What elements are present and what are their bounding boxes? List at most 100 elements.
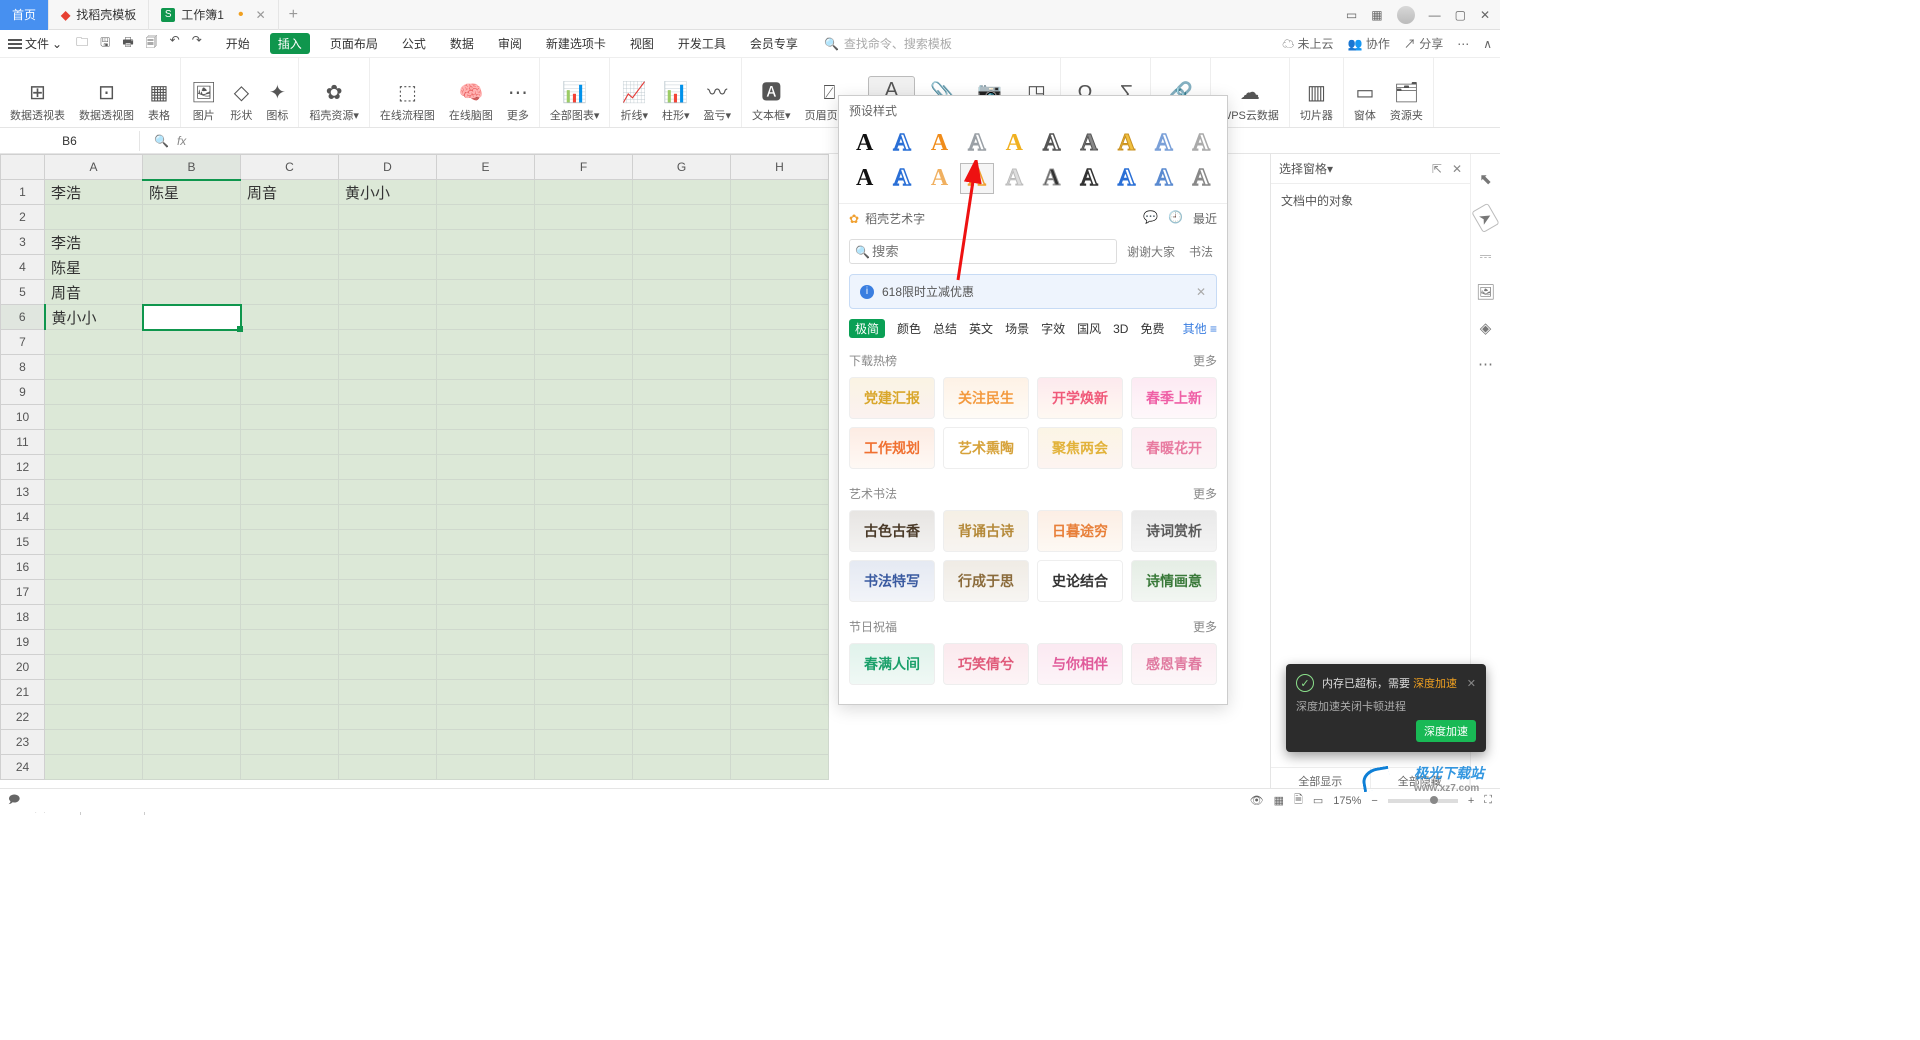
cell-D18[interactable] xyxy=(339,605,437,630)
cell-B19[interactable] xyxy=(143,630,241,655)
cell-B4[interactable] xyxy=(143,255,241,280)
cursor-tool-icon[interactable]: ➤ xyxy=(1471,203,1499,233)
wordart-thumb[interactable]: 感恩青春 xyxy=(1131,643,1217,685)
cat-免费[interactable]: 免费 xyxy=(1140,320,1164,337)
cell-G8[interactable] xyxy=(633,355,731,380)
cell-A12[interactable] xyxy=(45,455,143,480)
cell-G6[interactable] xyxy=(633,305,731,330)
cell-E4[interactable] xyxy=(437,255,535,280)
wordart-thumb[interactable]: 工作规划 xyxy=(849,427,935,469)
collab-button[interactable]: 👥 协作 xyxy=(1348,35,1390,52)
view-mode-icon[interactable]: 👁 xyxy=(1250,794,1264,807)
cell-F11[interactable] xyxy=(535,430,633,455)
cell-D19[interactable] xyxy=(339,630,437,655)
search-rec-1[interactable]: 谢谢大家 xyxy=(1123,242,1179,261)
menu-插入[interactable]: 插入 xyxy=(270,33,310,54)
cell-H12[interactable] xyxy=(731,455,829,480)
cell-A18[interactable] xyxy=(45,605,143,630)
row-header-11[interactable]: 11 xyxy=(1,430,45,455)
cell-H4[interactable] xyxy=(731,255,829,280)
cell-F19[interactable] xyxy=(535,630,633,655)
recent-icon[interactable]: 🕘 xyxy=(1168,210,1183,227)
cell-A9[interactable] xyxy=(45,380,143,405)
cell-A11[interactable] xyxy=(45,430,143,455)
cell-H16[interactable] xyxy=(731,555,829,580)
cell-B15[interactable] xyxy=(143,530,241,555)
search-rec-2[interactable]: 书法 xyxy=(1185,242,1217,261)
row-header-8[interactable]: 8 xyxy=(1,355,45,380)
cell-G5[interactable] xyxy=(633,280,731,305)
wordart-thumb[interactable]: 古色古香 xyxy=(849,510,935,552)
more-icon[interactable]: ⋯ xyxy=(1457,37,1469,51)
cell-H15[interactable] xyxy=(731,530,829,555)
menu-视图[interactable]: 视图 xyxy=(626,33,658,54)
cell-C20[interactable] xyxy=(241,655,339,680)
col-header-F[interactable]: F xyxy=(535,155,633,180)
cell-H2[interactable] xyxy=(731,205,829,230)
wordart-search-input[interactable] xyxy=(849,239,1117,264)
cell-D8[interactable] xyxy=(339,355,437,380)
cell-B24[interactable] xyxy=(143,755,241,780)
wordart-thumb[interactable]: 春满人间 xyxy=(849,643,935,685)
formula-input[interactable] xyxy=(194,133,794,148)
section-more[interactable]: 更多 xyxy=(1193,485,1217,502)
cell-B8[interactable] xyxy=(143,355,241,380)
cell-C8[interactable] xyxy=(241,355,339,380)
cell-H17[interactable] xyxy=(731,580,829,605)
cell-E8[interactable] xyxy=(437,355,535,380)
minimize-icon[interactable]: — xyxy=(1429,8,1441,22)
ribbon-图片[interactable]: 🖼图片 xyxy=(191,80,216,123)
row-header-22[interactable]: 22 xyxy=(1,705,45,730)
cat-颜色[interactable]: 颜色 xyxy=(897,320,921,337)
cell-D2[interactable] xyxy=(339,205,437,230)
cell-A14[interactable] xyxy=(45,505,143,530)
cell-H3[interactable] xyxy=(731,230,829,255)
ribbon-表格[interactable]: ▦表格 xyxy=(148,80,170,123)
cell-B22[interactable] xyxy=(143,705,241,730)
cell-D22[interactable] xyxy=(339,705,437,730)
preset-style-11[interactable]: A xyxy=(886,164,917,193)
tab-workbook[interactable]: S工作簿1•✕ xyxy=(149,0,278,30)
cell-E5[interactable] xyxy=(437,280,535,305)
command-search[interactable]: 🔍查找命令、搜索模板 xyxy=(824,35,952,52)
menu-开始[interactable]: 开始 xyxy=(222,33,254,54)
cell-G23[interactable] xyxy=(633,730,731,755)
cat-英文[interactable]: 英文 xyxy=(969,320,993,337)
cell-H10[interactable] xyxy=(731,405,829,430)
row-header-6[interactable]: 6 xyxy=(1,305,45,330)
preset-style-3[interactable]: A xyxy=(961,129,992,158)
image-tool-icon[interactable]: 🖼 xyxy=(1476,283,1495,301)
tab-home[interactable]: 首页 xyxy=(0,0,49,30)
cell-C13[interactable] xyxy=(241,480,339,505)
cell-B20[interactable] xyxy=(143,655,241,680)
cell-E10[interactable] xyxy=(437,405,535,430)
cell-E12[interactable] xyxy=(437,455,535,480)
cell-B2[interactable] xyxy=(143,205,241,230)
cell-G19[interactable] xyxy=(633,630,731,655)
cell-F16[interactable] xyxy=(535,555,633,580)
cell-C24[interactable] xyxy=(241,755,339,780)
cell-H11[interactable] xyxy=(731,430,829,455)
cell-E7[interactable] xyxy=(437,330,535,355)
cell-F14[interactable] xyxy=(535,505,633,530)
cell-C7[interactable] xyxy=(241,330,339,355)
cell-E24[interactable] xyxy=(437,755,535,780)
cell-G21[interactable] xyxy=(633,680,731,705)
cell-F24[interactable] xyxy=(535,755,633,780)
location-tool-icon[interactable]: ◈ xyxy=(1480,319,1492,337)
wordart-thumb[interactable]: 与你相伴 xyxy=(1037,643,1123,685)
cell-B16[interactable] xyxy=(143,555,241,580)
cell-A5[interactable]: 周音 xyxy=(45,280,143,305)
cell-G9[interactable] xyxy=(633,380,731,405)
wordart-thumb[interactable]: 春暖花开 xyxy=(1131,427,1217,469)
row-header-5[interactable]: 5 xyxy=(1,280,45,305)
cell-D23[interactable] xyxy=(339,730,437,755)
cell-F12[interactable] xyxy=(535,455,633,480)
preset-style-7[interactable]: A xyxy=(1111,129,1142,158)
wordart-thumb[interactable]: 开学焕新 xyxy=(1037,377,1123,419)
fx-icon[interactable]: fx xyxy=(177,134,186,148)
cell-F2[interactable] xyxy=(535,205,633,230)
cell-D21[interactable] xyxy=(339,680,437,705)
cell-E3[interactable] xyxy=(437,230,535,255)
grid-view-icon[interactable]: ▦ xyxy=(1274,794,1284,807)
